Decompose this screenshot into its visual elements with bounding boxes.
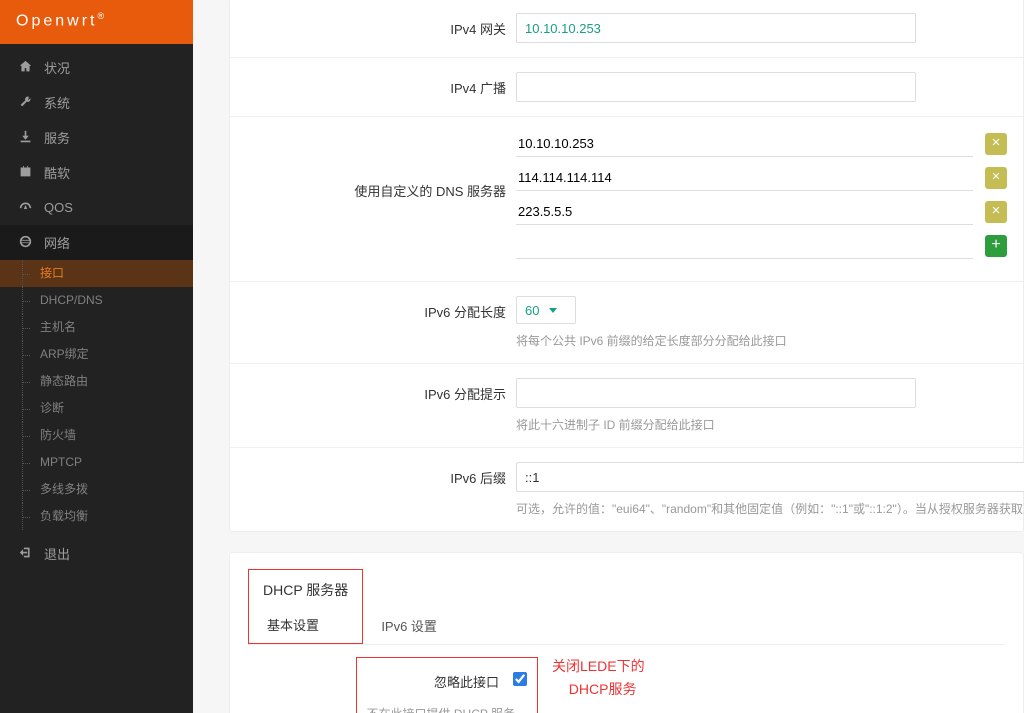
nav-koolsoft-label: 酷软 [44, 163, 70, 182]
label-ipv6-suffix: IPv6 后缀 [230, 462, 516, 487]
nav-services[interactable]: 服务 [0, 120, 193, 155]
nav-qos-label: QOS [44, 200, 73, 215]
dns-input-new[interactable] [516, 233, 973, 259]
calendar-icon [16, 165, 34, 180]
chevron-down-icon [549, 308, 557, 313]
dns-add-button[interactable]: + [985, 235, 1007, 257]
hint-ignore-iface: 不在此接口提供 DHCP 服务。 [367, 705, 527, 713]
dhcp-section-title: DHCP 服务器 [249, 570, 362, 606]
input-ipv4-gateway[interactable] [516, 13, 916, 43]
subnav-dhcp-dns[interactable]: DHCP/DNS [0, 287, 193, 314]
dhcp-ignore-box: 忽略此接口 不在此接口提供 DHCP 服务。 [356, 657, 538, 713]
input-ipv6-suffix[interactable] [516, 462, 1024, 492]
dns-input-1[interactable] [516, 165, 973, 191]
row-ipv4-broadcast: IPv4 广播 [230, 58, 1023, 117]
label-ipv4-broadcast: IPv4 广播 [230, 72, 516, 97]
dhcp-tab-bar: DHCP 服务器 基本设置 IPv6 设置 [248, 569, 1005, 645]
gauge-icon [16, 200, 34, 215]
label-dns: 使用自定义的 DNS 服务器 [230, 131, 516, 200]
subnav-arp[interactable]: ARP绑定 [0, 341, 193, 368]
row-ipv4-gateway: IPv4 网关 [230, 0, 1023, 58]
network-subnav: 接口 DHCP/DNS 主机名 ARP绑定 静态路由 诊断 防火墙 MPTCP … [0, 260, 193, 530]
checkbox-ignore-iface[interactable] [513, 672, 527, 686]
tab-basic[interactable]: 基本设置 [249, 606, 337, 643]
dns-remove-2[interactable]: × [985, 201, 1007, 223]
row-dns: 使用自定义的 DNS 服务器 × × × + [230, 117, 1023, 282]
subnav-loadbalance[interactable]: 负载均衡 [0, 503, 193, 530]
brand-trademark: ® [97, 11, 104, 21]
subnav-static-routes[interactable]: 静态路由 [0, 368, 193, 395]
label-ipv6-hint: IPv6 分配提示 [230, 378, 516, 403]
dns-input-2[interactable] [516, 199, 973, 225]
nav-status[interactable]: 状况 [0, 50, 193, 85]
label-ignore-iface: 忽略此接口 [434, 672, 499, 691]
nav-logout[interactable]: 退出 [0, 536, 193, 571]
subnav-hostnames[interactable]: 主机名 [0, 314, 193, 341]
hint-ipv6-hint: 将此十六进制子 ID 前缀分配给此接口 [516, 416, 1007, 433]
dns-entry-1: × [516, 165, 1007, 191]
main-nav: 状况 系统 服务 酷软 QOS 网络 [0, 50, 193, 260]
brand-header: Openwrt® [0, 0, 193, 44]
hint-ipv6-len: 将每个公共 IPv6 前缀的给定长度部分分配给此接口 [516, 332, 1007, 349]
ipv6-len-value: 60 [525, 303, 539, 318]
dns-entry-0: × [516, 131, 1007, 157]
dns-entry-2: × [516, 199, 1007, 225]
dhcp-ignore-row: 忽略此接口 不在此接口提供 DHCP 服务。 关闭LEDE下的 DHCP服务 [248, 657, 1005, 713]
hint-ipv6-suffix: 可选，允许的值："eui64"、"random"和其他固定值（例如："::1"或… [516, 500, 1024, 517]
input-ipv6-hint[interactable] [516, 378, 916, 408]
nav-qos[interactable]: QOS [0, 190, 193, 225]
tab-ipv6[interactable]: IPv6 设置 [363, 607, 455, 644]
content-area: IPv4 网关 IPv4 广播 使用自定义的 DNS 服务器 × × [193, 0, 1024, 713]
subnav-diagnostics[interactable]: 诊断 [0, 395, 193, 422]
brand-name: Openwrt [16, 12, 97, 29]
row-ipv6-len: IPv6 分配长度 60 将每个公共 IPv6 前缀的给定长度部分分配给此接口 [230, 282, 1023, 364]
nav-logout-label: 退出 [44, 544, 70, 563]
logout-icon [16, 546, 34, 561]
dhcp-section-title-box: DHCP 服务器 基本设置 [248, 569, 363, 644]
nav-system[interactable]: 系统 [0, 85, 193, 120]
download-icon [16, 130, 34, 145]
wrench-icon [16, 95, 34, 110]
nav-services-label: 服务 [44, 128, 70, 147]
input-ipv4-broadcast[interactable] [516, 72, 916, 102]
home-icon [16, 60, 34, 75]
nav-koolsoft[interactable]: 酷软 [0, 155, 193, 190]
nav-network[interactable]: 网络 [0, 225, 193, 260]
bottom-nav: 退出 [0, 536, 193, 571]
annotation-line2: DHCP服务 [552, 680, 645, 699]
label-ipv6-len: IPv6 分配长度 [230, 296, 516, 321]
subnav-multiwan[interactable]: 多线多拨 [0, 476, 193, 503]
row-ipv6-hint: IPv6 分配提示 将此十六进制子 ID 前缀分配给此接口 [230, 364, 1023, 448]
dns-input-0[interactable] [516, 131, 973, 157]
select-ipv6-len[interactable]: 60 [516, 296, 576, 324]
sidebar: Openwrt® 状况 系统 服务 酷软 QOS 网络 接口 DHCP/DNS [0, 0, 193, 713]
subnav-interfaces[interactable]: 接口 [0, 260, 193, 287]
dns-remove-0[interactable]: × [985, 133, 1007, 155]
interface-settings-card: IPv4 网关 IPv4 广播 使用自定义的 DNS 服务器 × × [229, 0, 1024, 532]
nav-system-label: 系统 [44, 93, 70, 112]
label-ipv4-gateway: IPv4 网关 [230, 13, 516, 38]
dns-remove-1[interactable]: × [985, 167, 1007, 189]
row-ipv6-suffix: IPv6 后缀 可选，允许的值："eui64"、"random"和其他固定值（例… [230, 448, 1023, 531]
dns-entry-new: + [516, 233, 1007, 259]
globe-icon [16, 235, 34, 250]
nav-network-label: 网络 [44, 233, 70, 252]
subnav-mptcp[interactable]: MPTCP [0, 449, 193, 476]
dhcp-card: DHCP 服务器 基本设置 IPv6 设置 忽略此接口 不在此接口提供 DHCP… [229, 552, 1024, 713]
subnav-firewall[interactable]: 防火墙 [0, 422, 193, 449]
annotation-line1: 关闭LEDE下的 [552, 657, 645, 676]
nav-status-label: 状况 [44, 58, 70, 77]
